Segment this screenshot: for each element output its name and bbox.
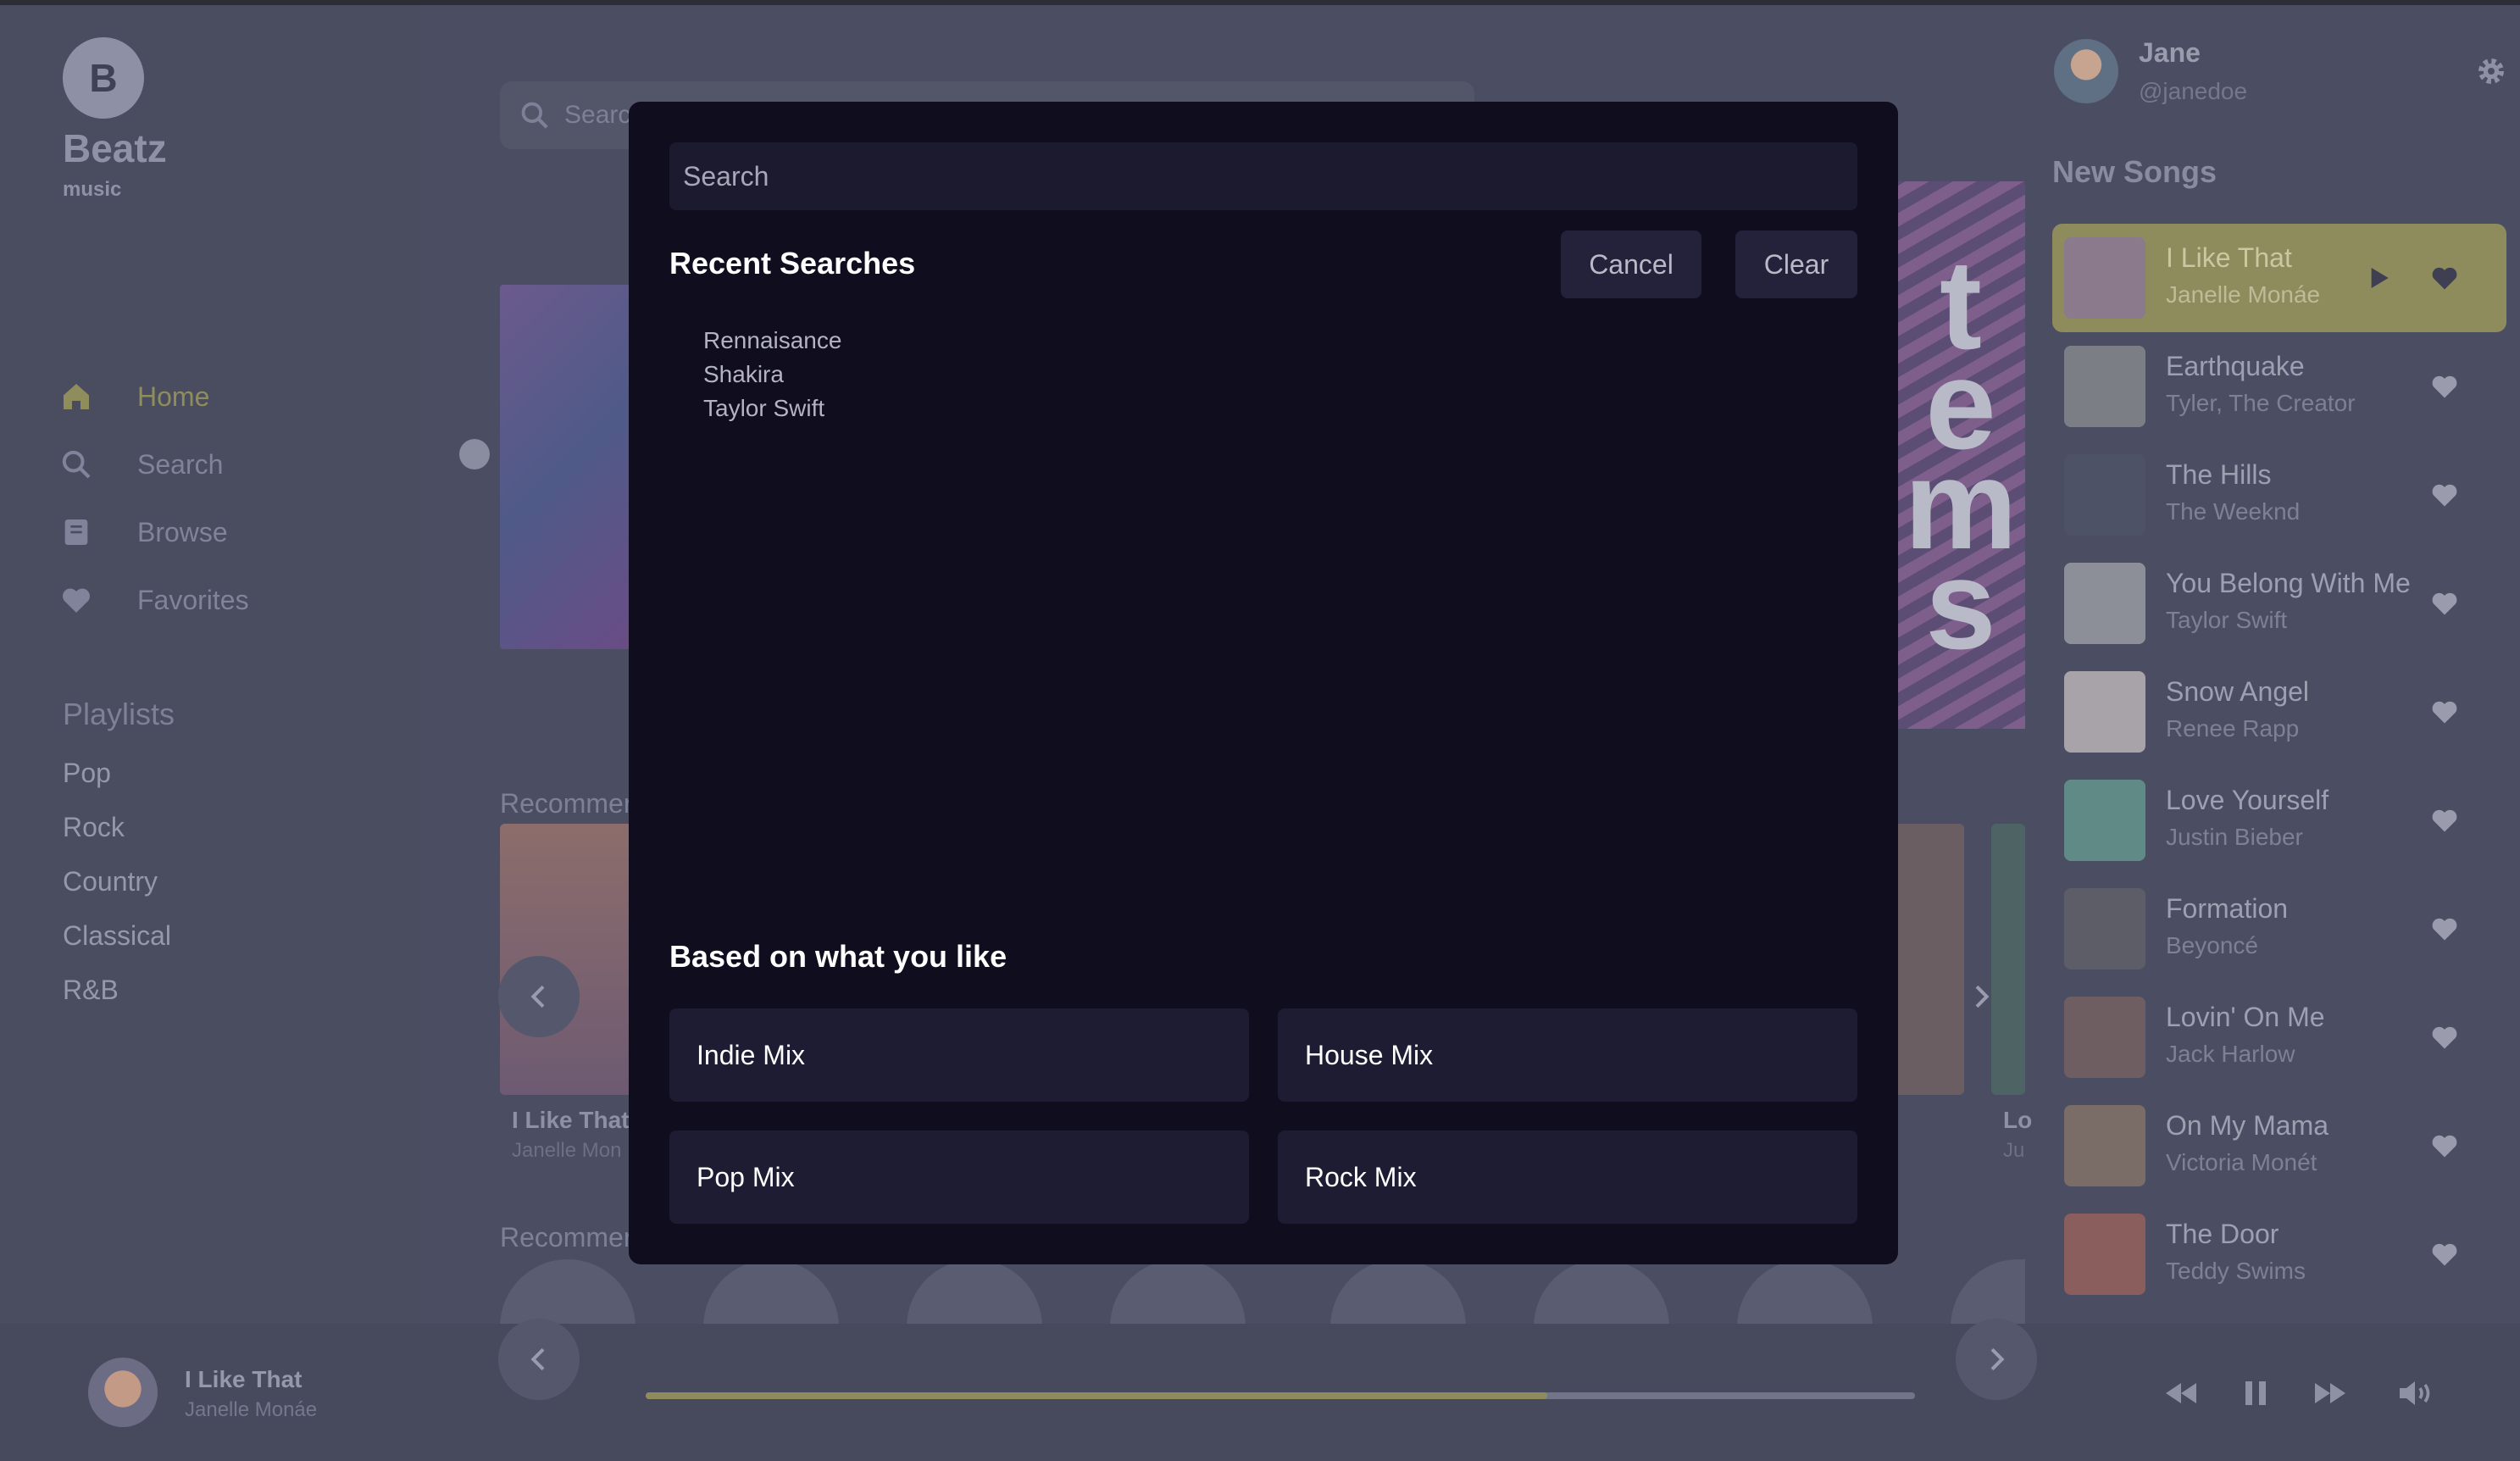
search-modal: Recent Searches Cancel Clear Rennaisance… (629, 102, 1898, 1264)
mix-card-rock[interactable]: Rock Mix (1278, 1130, 1857, 1224)
mix-label: Indie Mix (697, 1039, 806, 1070)
recent-searches-heading: Recent Searches (669, 246, 916, 281)
based-on-likes-heading: Based on what you like (669, 939, 1007, 974)
modal-search-input[interactable] (669, 142, 1857, 210)
clear-button[interactable]: Clear (1735, 231, 1857, 298)
cancel-button[interactable]: Cancel (1561, 231, 1701, 298)
mix-card-pop[interactable]: Pop Mix (669, 1130, 1249, 1224)
recent-search-item[interactable]: Shakira (703, 361, 784, 388)
mix-label: House Mix (1305, 1039, 1434, 1070)
recent-search-item[interactable]: Rennaisance (703, 327, 841, 354)
mix-label: Pop Mix (697, 1161, 795, 1192)
mix-card-indie[interactable]: Indie Mix (669, 1008, 1249, 1102)
mix-card-house[interactable]: House Mix (1278, 1008, 1857, 1102)
recent-search-item[interactable]: Taylor Swift (703, 395, 824, 422)
mix-label: Rock Mix (1305, 1161, 1417, 1192)
